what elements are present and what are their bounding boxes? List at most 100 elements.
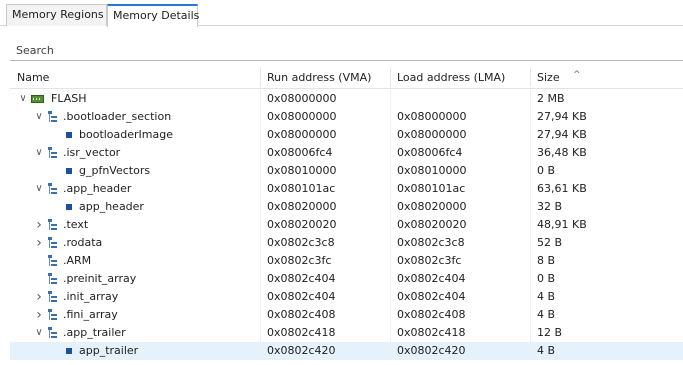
size-cell: 63,61 KB: [537, 182, 587, 195]
section-icon: [48, 309, 58, 321]
cell-divider: [530, 108, 531, 126]
collapse-chevron-icon[interactable]: ›: [34, 216, 44, 234]
cell-divider: [530, 234, 531, 252]
column-header-name[interactable]: Name: [10, 65, 256, 89]
size-cell: 48,91 KB: [537, 218, 587, 231]
table-row[interactable]: ∨ FLASH 0x08000000 2 MB: [10, 90, 683, 108]
table-row[interactable]: ∨ .isr_vector 0x08006fc4 0x08006fc4 36,48 KB: [10, 144, 683, 162]
search-input[interactable]: Search: [10, 41, 683, 61]
expand-chevron-icon[interactable]: ∨: [34, 108, 44, 126]
run-address-cell: 0x0802c404: [267, 290, 336, 303]
table-row[interactable]: .preinit_array 0x0802c404 0x0802c404 0 B: [10, 270, 683, 288]
column-header-size[interactable]: Size: [530, 65, 683, 89]
table-row[interactable]: ∨ .app_header 0x080101ac 0x080101ac 63,61 KB: [10, 180, 683, 198]
row-name-label: .bootloader_section: [63, 110, 172, 123]
column-header-load-address[interactable]: Load address (LMA): [390, 65, 530, 89]
collapse-chevron-icon[interactable]: ›: [34, 288, 44, 306]
name-cell: › .text: [10, 216, 256, 234]
table-row[interactable]: app_header 0x08020000 0x08020000 32 B: [10, 198, 683, 216]
run-address-cell: 0x08000000: [267, 110, 337, 123]
row-name-label: .app_header: [63, 182, 132, 195]
row-name-label: app_trailer: [79, 344, 139, 357]
run-address-cell: 0x08020000: [267, 200, 337, 213]
cell-divider: [530, 144, 531, 162]
name-cell: ∨ .app_trailer: [10, 324, 256, 342]
name-cell: ∨ .app_header: [10, 180, 256, 198]
cell-divider: [390, 144, 391, 162]
row-name-label: bootloaderImage: [79, 128, 174, 141]
row-name-label: .isr_vector: [63, 146, 121, 159]
run-address-cell: 0x08020020: [267, 218, 337, 231]
cell-divider: [530, 342, 531, 360]
load-address-cell: 0x0802c408: [397, 308, 466, 321]
tab-memory-regions[interactable]: Memory Regions: [6, 4, 107, 26]
load-address-cell: 0x08006fc4: [397, 146, 463, 159]
column-header-run-address[interactable]: ^ Run address (VMA): [260, 65, 581, 89]
table-row[interactable]: ∨ .bootloader_section 0x08000000 0x08000000…: [10, 108, 683, 126]
cell-divider: [530, 288, 531, 306]
cell-divider: [260, 342, 261, 360]
run-address-cell: 0x0802c408: [267, 308, 336, 321]
cell-divider: [390, 180, 391, 198]
expand-chevron-icon[interactable]: ∨: [34, 324, 44, 342]
run-address-cell: 0x080101ac: [267, 182, 336, 195]
cell-divider: [530, 252, 531, 270]
section-icon: [48, 291, 58, 303]
name-cell: app_trailer: [10, 342, 256, 360]
load-address-cell: 0x0802c404: [397, 272, 466, 285]
cell-divider: [260, 144, 261, 162]
cell-divider: [260, 270, 261, 288]
cell-divider: [390, 90, 391, 108]
name-cell: bootloaderImage: [10, 126, 256, 144]
run-address-cell: 0x08006fc4: [267, 146, 333, 159]
table-row[interactable]: › .init_array 0x0802c404 0x0802c404 4 B: [10, 288, 683, 306]
load-address-cell: 0x08000000: [397, 128, 467, 141]
table-row[interactable]: ∨ .app_trailer 0x0802c418 0x0802c418 12 B: [10, 324, 683, 342]
load-address-cell: 0x08010000: [397, 164, 467, 177]
cell-divider: [260, 324, 261, 342]
table-row[interactable]: app_trailer 0x0802c420 0x0802c420 4 B: [10, 342, 683, 360]
memory-chip-icon: [31, 95, 44, 103]
table-row[interactable]: › .text 0x08020020 0x08020020 48,91 KB: [10, 216, 683, 234]
run-address-cell: 0x0802c418: [267, 326, 336, 339]
symbol-icon: [66, 348, 72, 354]
cell-divider: [390, 198, 391, 216]
collapse-chevron-icon[interactable]: ›: [34, 306, 44, 324]
row-name-label: .text: [63, 218, 89, 231]
cell-divider: [260, 252, 261, 270]
table-row[interactable]: › .rodata 0x0802c3c8 0x0802c3c8 52 B: [10, 234, 683, 252]
size-cell: 4 B: [537, 290, 556, 303]
cell-divider: [390, 126, 391, 144]
table-row[interactable]: › .fini_array 0x0802c408 0x0802c408 4 B: [10, 306, 683, 324]
cell-divider: [260, 90, 261, 108]
cell-divider: [530, 162, 531, 180]
name-cell: app_header: [10, 198, 256, 216]
cell-divider: [390, 270, 391, 288]
cell-divider: [260, 162, 261, 180]
tab-memory-details[interactable]: Memory Details: [107, 4, 199, 27]
run-address-cell: 0x0802c404: [267, 272, 336, 285]
expand-chevron-icon[interactable]: ∨: [34, 144, 44, 162]
expand-chevron-icon[interactable]: ∨: [34, 180, 44, 198]
table-row[interactable]: bootloaderImage 0x08000000 0x08000000 27,94…: [10, 126, 683, 144]
row-name-label: .ARM: [63, 254, 92, 267]
name-cell: g_pfnVectors: [10, 162, 256, 180]
run-address-cell: 0x0802c420: [267, 344, 336, 357]
expand-chevron-icon[interactable]: ∨: [18, 90, 28, 108]
load-address-cell: 0x08020020: [397, 218, 467, 231]
section-icon: [48, 273, 58, 285]
collapse-chevron-icon[interactable]: ›: [34, 234, 44, 252]
name-cell: › .fini_array: [10, 306, 256, 324]
cell-divider: [530, 216, 531, 234]
table-row[interactable]: .ARM 0x0802c3fc 0x0802c3fc 8 B: [10, 252, 683, 270]
cell-divider: [530, 180, 531, 198]
size-cell: 12 B: [537, 326, 563, 339]
table-row[interactable]: g_pfnVectors 0x08010000 0x08010000 0 B: [10, 162, 683, 180]
cell-divider: [530, 198, 531, 216]
section-icon: [48, 147, 58, 159]
run-address-cell: 0x08000000: [267, 128, 337, 141]
cell-divider: [530, 126, 531, 144]
cell-divider: [390, 324, 391, 342]
load-address-cell: 0x0802c404: [397, 290, 466, 303]
load-address-cell: 0x0802c418: [397, 326, 466, 339]
